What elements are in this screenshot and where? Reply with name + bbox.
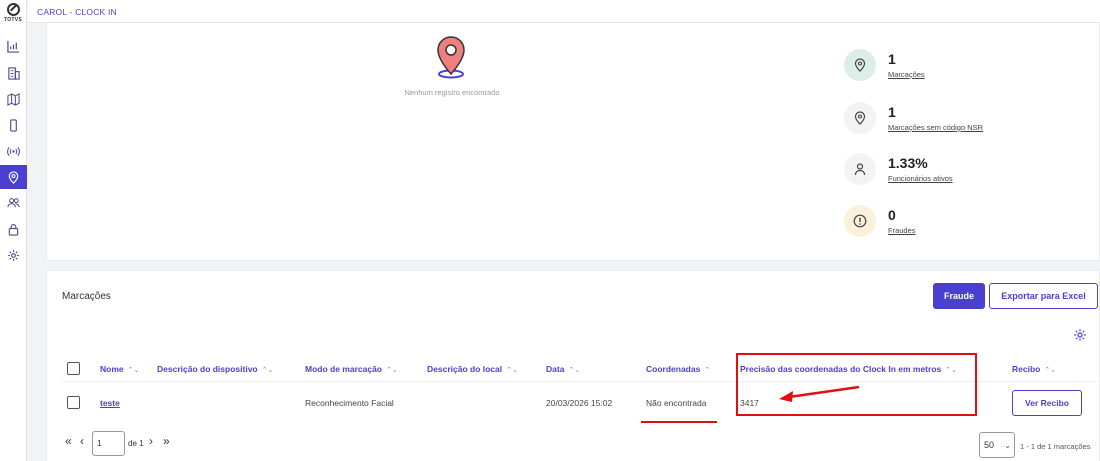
stat-icon-circle	[844, 102, 876, 134]
sidebar-item-clock-in[interactable]	[0, 165, 27, 189]
location-pin-icon	[854, 58, 866, 72]
prev-page-icon[interactable]: ‹	[80, 434, 84, 448]
range-text: 1 - 1 de 1 marcações	[1020, 442, 1091, 451]
column-header-modo[interactable]: Modo de marcação ⌃⌄	[305, 364, 398, 374]
sort-icon: ⌃⌄	[261, 367, 274, 374]
last-page-icon[interactable]: »	[163, 434, 170, 448]
stat-link[interactable]: Marcações	[888, 70, 925, 79]
stat-icon-circle	[844, 153, 876, 185]
sidebar-item-devices[interactable]	[0, 113, 27, 137]
breadcrumb[interactable]: CAROL - CLOCK IN	[37, 7, 117, 17]
building-icon	[8, 66, 20, 80]
gear-icon[interactable]	[1073, 328, 1087, 342]
totvs-logo-icon	[6, 3, 20, 16]
sidebar-item-settings[interactable]	[0, 243, 27, 267]
column-label: Descrição do dispositivo	[157, 364, 258, 374]
chevron-down-icon: ⌄	[1004, 441, 1011, 450]
stat-link[interactable]: Funcionários ativos	[888, 174, 953, 183]
stat-fraudes: 0 Fraudes	[844, 205, 1100, 239]
column-label: Nome	[100, 364, 124, 374]
select-all-checkbox[interactable]	[67, 362, 80, 375]
logo-text: TOTVS	[3, 17, 23, 23]
lock-icon	[8, 223, 19, 236]
summary-card: Nenhum registro encontrado 1 Marcações 1…	[46, 23, 1100, 261]
empty-state-text: Nenhum registro encontrado	[404, 88, 500, 97]
mobile-icon	[10, 118, 17, 132]
stat-funcionarios-ativos: 1.33% Funcionários ativos	[844, 153, 1100, 187]
sort-icon: ⌃⌄	[386, 367, 398, 374]
stat-marcacoes-sem-nsr: 1 Marcações sem código NSR	[844, 102, 1100, 136]
column-header-dispositivo[interactable]: Descrição do dispositivo ⌃⌄	[157, 364, 273, 374]
column-label: Recibo	[1012, 364, 1041, 374]
sort-icon: ⌃⌄	[568, 367, 581, 374]
column-header-nome[interactable]: Nome ⌃⌄	[100, 364, 139, 374]
sidebar-item-users[interactable]	[0, 190, 27, 214]
stat-value: 0	[888, 207, 896, 223]
first-page-icon[interactable]: «	[65, 434, 72, 448]
chart-icon	[7, 40, 20, 53]
cell-data: 20/03/2026 15:02	[546, 398, 613, 408]
stat-icon-circle	[844, 49, 876, 81]
map-icon	[7, 92, 20, 106]
cell-coordenadas: Não encontrada	[646, 398, 707, 408]
totvs-logo[interactable]: TOTVS	[3, 3, 23, 23]
column-label: Modo de marcação	[305, 364, 382, 374]
export-excel-button[interactable]: Exportar para Excel	[989, 283, 1098, 309]
sort-icon: ⌃⌄	[127, 367, 140, 374]
cell-modo: Reconhecimento Facial	[305, 398, 394, 408]
column-header-local[interactable]: Descrição do local ⌃⌄	[427, 364, 518, 374]
annotation-underline	[641, 421, 717, 423]
stat-value: 1	[888, 104, 896, 120]
alert-icon	[853, 214, 867, 228]
column-label: Descrição do local	[427, 364, 503, 374]
location-pin-icon	[8, 170, 19, 184]
sidebar: TOTVS	[0, 0, 27, 461]
sidebar-item-security[interactable]	[0, 217, 27, 241]
sort-icon: ⌃⌄	[1044, 367, 1057, 374]
ver-recibo-button[interactable]: Ver Recibo	[1012, 390, 1082, 416]
per-page-select[interactable]: 50 ⌄	[979, 432, 1015, 458]
stat-value: 1	[888, 51, 896, 67]
stat-marcacoes: 1 Marcações	[844, 49, 1100, 83]
location-pin-icon	[854, 111, 866, 125]
sidebar-item-signal[interactable]	[0, 139, 27, 163]
row-checkbox[interactable]	[67, 396, 80, 409]
top-header: CAROL - CLOCK IN	[28, 0, 1100, 23]
stat-link[interactable]: Fraudes	[888, 226, 916, 235]
person-icon	[854, 163, 866, 176]
sidebar-item-dashboard[interactable]	[0, 34, 27, 58]
stat-value: 1.33%	[888, 155, 928, 171]
nome-link[interactable]: teste	[100, 398, 120, 408]
marcacoes-card: Marcações Fraude Exportar para Excel Nom…	[46, 270, 1100, 461]
sidebar-item-map[interactable]	[0, 87, 27, 111]
sidebar-item-companies[interactable]	[0, 61, 27, 85]
map-marker-icon	[437, 36, 465, 79]
column-header-recibo[interactable]: Recibo ⌃⌄	[1012, 364, 1056, 374]
column-header-coordenadas[interactable]: Coordenadas ⌃	[646, 364, 710, 374]
annotation-arrow	[779, 385, 860, 402]
next-page-icon[interactable]: ›	[149, 434, 153, 448]
column-label: Data	[546, 364, 565, 374]
column-label: Coordenadas	[646, 364, 701, 374]
signal-icon	[7, 146, 20, 156]
section-title: Marcações	[62, 291, 111, 302]
per-page-value: 50	[984, 440, 995, 450]
stat-icon-circle	[844, 205, 876, 237]
column-header-data[interactable]: Data ⌃⌄	[546, 364, 580, 374]
gear-icon	[8, 249, 19, 261]
stat-link[interactable]: Marcações sem código NSR	[888, 123, 983, 132]
sort-asc-icon: ⌃	[704, 367, 711, 374]
sort-icon: ⌃⌄	[506, 367, 518, 374]
users-icon	[7, 197, 20, 207]
fraude-button[interactable]: Fraude	[933, 283, 985, 309]
page-of-label: de 1	[128, 439, 144, 448]
page-input[interactable]: 1	[92, 431, 125, 456]
